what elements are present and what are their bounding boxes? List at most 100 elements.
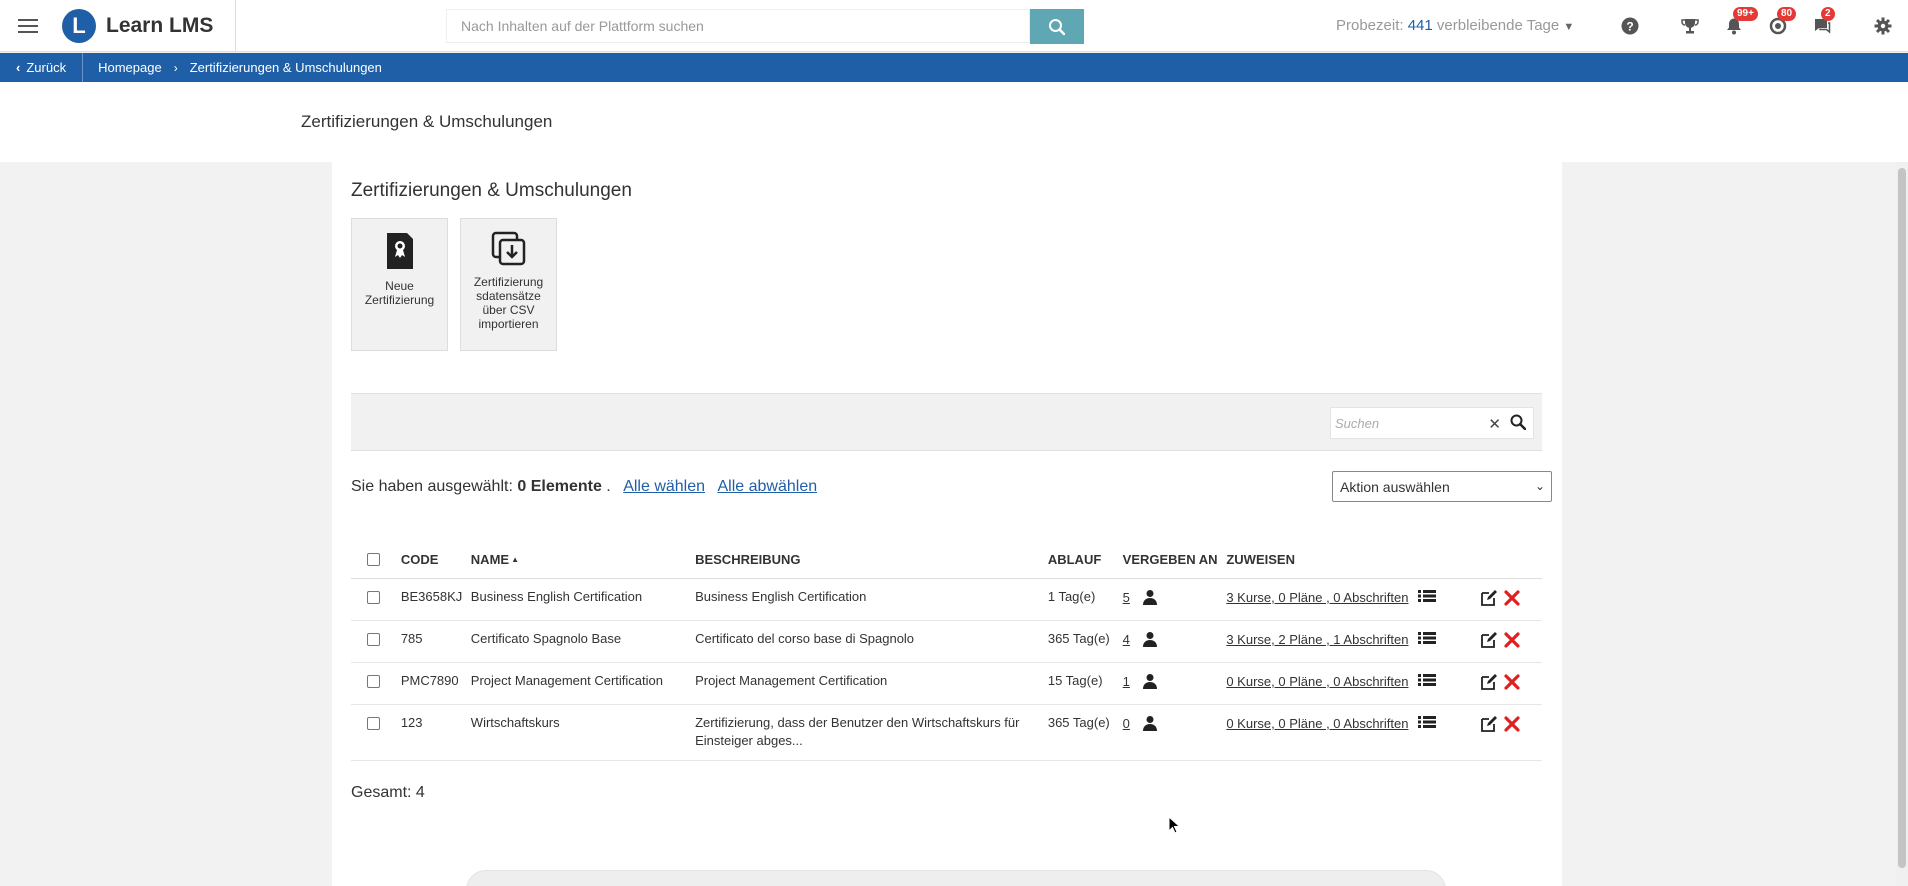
help-button[interactable]: ? — [1619, 15, 1641, 37]
trial-days: 441 — [1407, 17, 1433, 34]
row-checkbox[interactable] — [367, 674, 380, 688]
trial-status[interactable]: Probezeit: 441 verbleibende Tage ▼ — [1336, 17, 1574, 34]
col-description[interactable]: BESCHREIBUNG — [691, 542, 1044, 579]
select-all-link[interactable]: Alle wählen — [623, 478, 705, 495]
delete-icon[interactable] — [1504, 715, 1520, 732]
row-actions-cell — [1476, 704, 1542, 761]
table-row: 123 Wirtschaftskurs Zertifizierung, dass… — [351, 704, 1542, 761]
user-icon[interactable] — [1142, 589, 1158, 605]
hamburger-menu-icon[interactable] — [16, 15, 40, 37]
edit-icon[interactable] — [1480, 631, 1498, 649]
row-assigned-cell: 4 — [1118, 620, 1223, 663]
page-header: Zertifizierungen & Umschulungen — [0, 82, 1908, 162]
list-icon[interactable] — [1418, 631, 1437, 645]
new-certification-tile[interactable]: Neue Zertifizierung — [351, 218, 448, 351]
search-icon[interactable] — [1510, 414, 1527, 433]
global-search-input[interactable]: Nach Inhalten auf der Plattform suchen — [446, 9, 1030, 43]
table-header-row: CODE NAME ▲ BESCHREIBUNG ABLAUF VERGEBEN … — [351, 542, 1542, 579]
row-assign-cell: 0 Kurse, 0 Pläne , 0 Abschriften — [1222, 662, 1476, 705]
trophy-icon — [1681, 19, 1699, 34]
messages-badge: 80 — [1777, 7, 1797, 21]
edit-icon[interactable] — [1480, 673, 1498, 691]
page-title: Zertifizierungen & Umschulungen — [301, 112, 553, 131]
col-code[interactable]: CODE — [396, 542, 467, 579]
edit-icon[interactable] — [1480, 589, 1498, 607]
row-name: Business English Certification — [466, 578, 692, 621]
col-name[interactable]: NAME ▲ — [466, 542, 692, 579]
user-icon[interactable] — [1142, 715, 1158, 731]
row-checkbox-cell — [351, 662, 397, 705]
delete-icon[interactable] — [1504, 673, 1520, 690]
table-search-input[interactable]: Suchen ✕ — [1330, 407, 1534, 439]
assign-link[interactable]: 3 Kurse, 2 Pläne , 1 Abschriften — [1226, 632, 1408, 647]
back-link[interactable]: ‹ Zurück — [0, 53, 84, 82]
logo[interactable]: L Learn LMS — [62, 8, 213, 44]
user-icon[interactable] — [1142, 673, 1158, 689]
svg-text:?: ? — [1626, 20, 1633, 34]
messages-button[interactable]: 80 — [1767, 7, 1797, 37]
certifications-table: CODE NAME ▲ BESCHREIBUNG ABLAUF VERGEBEN … — [351, 542, 1542, 761]
table-row: BE3658KJ Business English Certification … — [351, 578, 1542, 621]
scrollbar-thumb[interactable] — [1898, 168, 1906, 868]
chevron-left-icon: ‹ — [16, 60, 21, 75]
assign-link[interactable]: 0 Kurse, 0 Pläne , 0 Abschriften — [1226, 674, 1408, 689]
action-select-value: Aktion auswählen — [1340, 478, 1450, 495]
global-search-button[interactable] — [1030, 9, 1084, 44]
select-all-checkbox[interactable] — [367, 552, 380, 566]
row-name: Certificato Spagnolo Base — [466, 620, 692, 663]
divider — [235, 0, 236, 52]
trophy-button[interactable] — [1679, 15, 1701, 37]
import-icon — [491, 231, 525, 266]
assigned-users-link[interactable]: 1 — [1123, 674, 1130, 689]
row-description: Certificato del corso base di Spagnolo — [691, 620, 1044, 663]
breadcrumb-current: Zertifizierungen & Umschulungen — [189, 60, 382, 75]
deselect-all-link[interactable]: Alle abwählen — [717, 478, 817, 495]
col-actions — [1476, 542, 1542, 579]
breadcrumb-home[interactable]: Homepage — [83, 53, 162, 82]
clear-icon[interactable]: ✕ — [1488, 415, 1501, 433]
gear-icon — [1874, 17, 1892, 35]
edit-icon[interactable] — [1480, 715, 1498, 733]
list-icon[interactable] — [1418, 673, 1437, 687]
list-icon[interactable] — [1418, 715, 1437, 729]
row-checkbox-cell — [351, 578, 397, 621]
row-checkbox[interactable] — [367, 716, 380, 730]
chat-button[interactable]: 2 — [1811, 7, 1835, 37]
settings-button[interactable] — [1872, 15, 1894, 37]
table-search-placeholder: Suchen — [1335, 415, 1380, 431]
trial-suffix: verbleibende Tage — [1436, 17, 1560, 34]
import-csv-tile[interactable]: Zertifizierung sdatensätze über CSV impo… — [460, 218, 557, 351]
delete-icon[interactable] — [1504, 589, 1520, 606]
assigned-users-link[interactable]: 0 — [1123, 716, 1130, 731]
logo-mark: L — [62, 9, 96, 43]
row-assign-cell: 0 Kurse, 0 Pläne , 0 Abschriften — [1222, 704, 1476, 761]
selection-prefix: Sie haben ausgewählt: — [351, 478, 513, 495]
notifications-button[interactable]: 99+ — [1723, 7, 1758, 37]
sort-asc-icon: ▲ — [511, 555, 519, 565]
total-count: Gesamt: 4 — [351, 784, 425, 801]
assigned-users-link[interactable]: 4 — [1123, 632, 1130, 647]
action-select[interactable]: Aktion auswählen ⌄ — [1332, 471, 1552, 502]
mouse-cursor-icon — [1168, 816, 1180, 834]
help-icon: ? — [1621, 17, 1639, 35]
delete-icon[interactable] — [1504, 631, 1520, 648]
row-checkbox-cell — [351, 620, 397, 663]
row-name: Project Management Certification — [466, 662, 692, 705]
row-expiry: 1 Tag(e) — [1043, 578, 1119, 621]
assign-link[interactable]: 3 Kurse, 0 Pläne , 0 Abschriften — [1226, 590, 1408, 605]
breadcrumb: ‹ Zurück Homepage › Zertifizierungen & U… — [0, 53, 1908, 82]
row-code: BE3658KJ — [396, 578, 467, 621]
row-checkbox[interactable] — [367, 632, 380, 646]
row-assign-cell: 3 Kurse, 0 Pläne , 0 Abschriften — [1222, 578, 1476, 621]
brand-name: Learn LMS — [106, 14, 214, 37]
row-actions-cell — [1476, 620, 1542, 663]
notifications-badge: 99+ — [1733, 7, 1758, 21]
scrollbar[interactable] — [1896, 162, 1908, 886]
assign-link[interactable]: 0 Kurse, 0 Pläne , 0 Abschriften — [1226, 716, 1408, 731]
row-checkbox[interactable] — [367, 590, 380, 604]
list-icon[interactable] — [1418, 589, 1437, 603]
assigned-users-link[interactable]: 5 — [1123, 590, 1130, 605]
user-icon[interactable] — [1142, 631, 1158, 647]
col-expiry[interactable]: ABLAUF — [1043, 542, 1119, 579]
col-assigned[interactable]: VERGEBEN AN — [1118, 542, 1223, 579]
